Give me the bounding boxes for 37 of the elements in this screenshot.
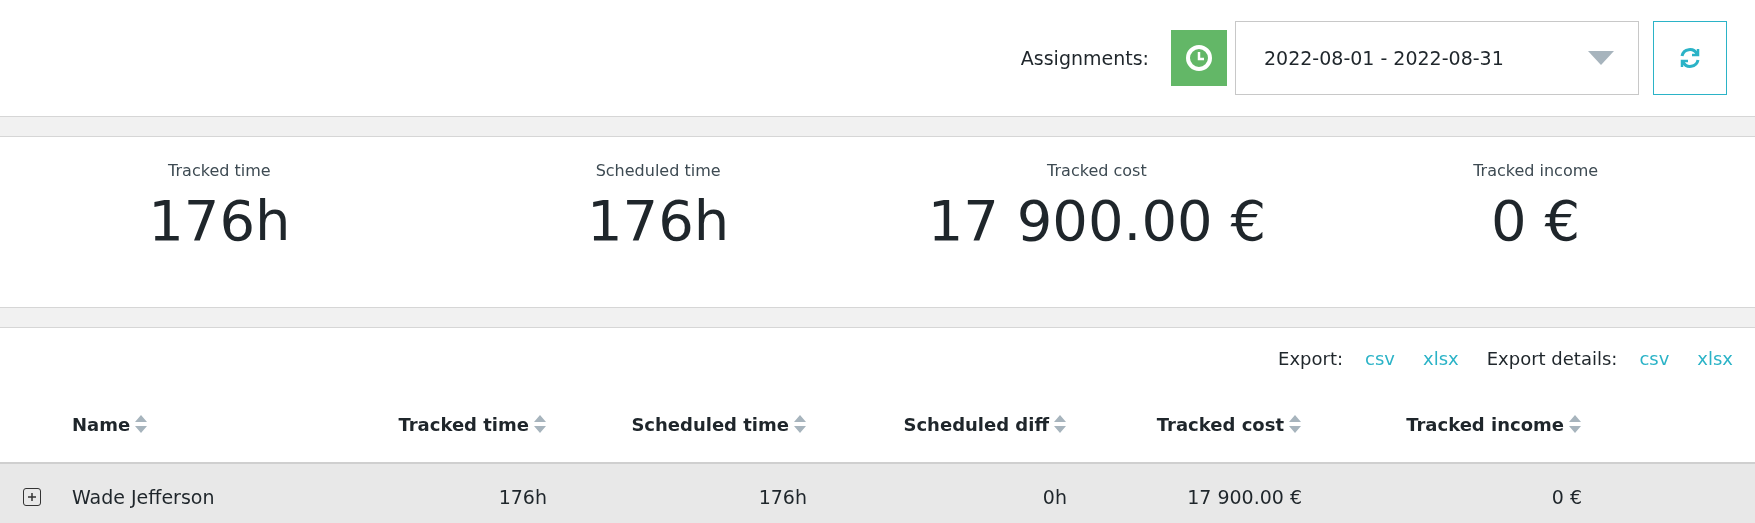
clock-button[interactable] (1171, 30, 1227, 86)
table-cell: 0 € (1551, 486, 1582, 508)
table-cell: 176h (498, 486, 547, 508)
column-header[interactable]: Name (72, 413, 131, 435)
column-header[interactable]: Tracked time (398, 413, 529, 435)
column-header[interactable]: Tracked cost (1156, 413, 1284, 435)
table-cell: 0h (1042, 486, 1067, 508)
column-header[interactable]: Scheduled time (631, 413, 789, 435)
sort-icon[interactable] (533, 414, 547, 434)
expand-button[interactable] (23, 488, 41, 506)
stat-value: 176h (148, 188, 291, 253)
stat-label: Tracked income (1473, 161, 1599, 180)
plus-icon (27, 492, 37, 502)
export-details-label: Export details: (1486, 347, 1618, 369)
stat-label: Scheduled time (595, 161, 721, 180)
sort-icon[interactable] (1568, 414, 1582, 434)
refresh-button[interactable] (1653, 21, 1727, 95)
caret-icon (1588, 51, 1614, 65)
column-header[interactable]: Scheduled diff (903, 413, 1049, 435)
clock-icon (1185, 44, 1213, 72)
table-cell: 17 900.00 € (1187, 486, 1302, 508)
assignments-label: Assignments: (1020, 47, 1149, 69)
sort-icon[interactable] (1053, 414, 1067, 434)
table-cell: 176h (758, 486, 807, 508)
stat-value: 176h (586, 188, 730, 253)
sort-icon[interactable] (793, 414, 807, 434)
sort-icon[interactable] (1288, 414, 1302, 434)
stat-value: 0 € (1491, 188, 1581, 253)
export-label: Export: (1278, 347, 1344, 369)
stat-label: Tracked time (168, 161, 271, 180)
table-cell: Wade Jefferson (72, 486, 215, 508)
column-header[interactable]: Tracked income (1406, 413, 1564, 435)
date-range-select[interactable]: 2022-08-01 - 2022-08-31 (1235, 21, 1639, 95)
stat-value: 17 900.00 € (927, 188, 1267, 253)
stat-label: Tracked cost (1047, 161, 1147, 180)
refresh-icon (1679, 47, 1701, 69)
sort-icon[interactable] (134, 414, 149, 434)
